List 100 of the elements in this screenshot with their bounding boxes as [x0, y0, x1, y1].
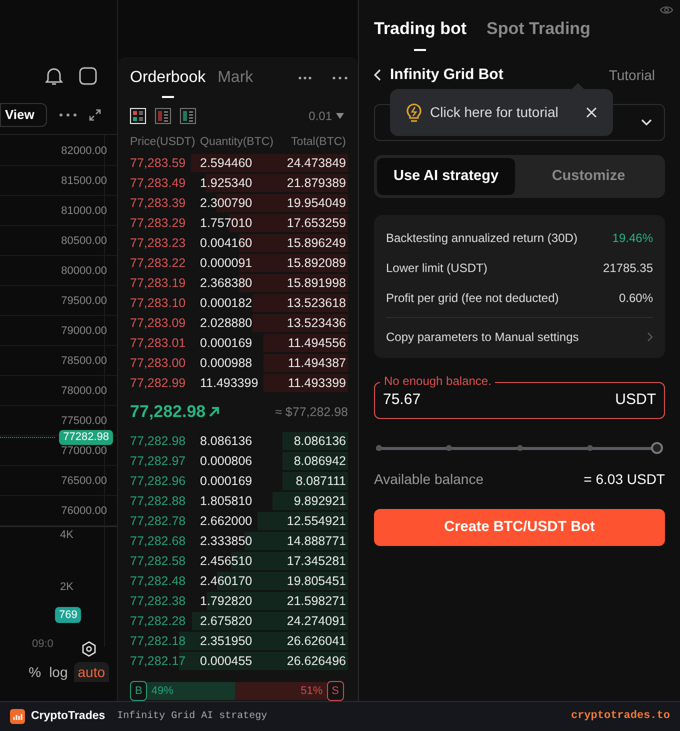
total-cell-text: 11.494387	[288, 354, 346, 372]
stat-label: Backtesting annualized return (30D)	[386, 230, 578, 247]
bot-title: Infinity Grid Bot	[390, 64, 504, 85]
price-axis-label: 78500.00	[61, 354, 107, 366]
price-line	[0, 437, 55, 438]
copy-parameters-link[interactable]: Copy parameters to Manual settings	[386, 328, 579, 346]
price-axis-label: 76000.00	[61, 504, 107, 516]
total-cell-text: 15.891998	[286, 274, 346, 292]
price-axis-label: 79000.00	[61, 324, 107, 336]
price-cell-text: 77,282.38	[130, 592, 187, 610]
quantity-cell-text: 0.004160	[200, 234, 254, 252]
quantity-cell-text: 11.493399	[200, 374, 260, 392]
price-axis-label: 77500.00	[61, 414, 107, 426]
total-cell-text: 8.087111	[296, 472, 346, 490]
price-cell-text: 77,283.10	[130, 294, 187, 312]
price-cell-text: 77,282.28	[130, 612, 187, 630]
price-axis-label: 81000.00	[61, 204, 107, 216]
tick-size[interactable]: 0.01	[308, 107, 332, 125]
price-axis-label: 78000.00	[61, 384, 107, 396]
quantity-cell-text: 1.792820	[200, 592, 254, 610]
bell-icon[interactable]	[45, 66, 63, 86]
quantity-cell-text: 2.662000	[200, 512, 254, 530]
quantity-cell-text: 0.000182	[200, 294, 254, 312]
view-button[interactable]: View	[0, 102, 48, 126]
total-cell-text: 13.523618	[286, 294, 346, 312]
square-icon[interactable]	[79, 67, 97, 85]
total-cell-text: 11.494556	[288, 334, 346, 352]
price-cell-text: 77,283.29	[130, 214, 187, 232]
tutorial-link[interactable]: Tutorial	[608, 64, 655, 86]
quantity-cell-text: 0.000988	[200, 354, 254, 372]
price-cell-text: 77,283.22	[130, 254, 187, 272]
caret-icon[interactable]	[336, 113, 344, 119]
time-label: 09:0	[32, 637, 54, 651]
chevron-down-icon	[641, 118, 652, 126]
total-cell-text: 8.086136	[294, 432, 346, 450]
quantity-cell-text: 0.000091	[200, 254, 254, 272]
lightbulb-icon	[406, 103, 422, 122]
quantity-cell-text: 1.805810	[200, 492, 254, 510]
price-cell-text: 77,282.18	[130, 632, 187, 650]
more-icon[interactable]	[298, 76, 312, 80]
column-header: Price(USDT)	[130, 135, 196, 150]
quantity-cell-text: 2.351950	[200, 632, 254, 650]
amount-slider[interactable]	[376, 441, 663, 455]
settings-icon[interactable]	[81, 641, 97, 657]
total-cell-text: 17.653259	[286, 214, 346, 232]
volume-axis-label: 4K	[60, 528, 74, 542]
price-axis-label: 82000.00	[61, 144, 107, 156]
total-cell-text: 14.888771	[286, 532, 346, 550]
eye-icon[interactable]	[660, 5, 673, 15]
column-header: Total(BTC)	[290, 135, 346, 150]
panel-tab[interactable]: Spot Trading	[486, 16, 590, 50]
quantity-cell-text: 0.000169	[200, 472, 254, 490]
total-cell-text: 15.896249	[286, 234, 346, 252]
price-cell-text: 77,282.58	[130, 552, 187, 570]
total-cell-text: 8.086942	[294, 452, 346, 470]
more-icon[interactable]	[332, 76, 348, 80]
quantity-cell-text: 0.000169	[200, 334, 254, 352]
asks-layout-icon[interactable]	[155, 108, 171, 124]
slider-thumb[interactable]	[651, 442, 663, 454]
sell-ratio-fill: 51%	[235, 682, 327, 700]
orderbook-tab[interactable]: Orderbook	[130, 66, 206, 98]
site-link[interactable]: cryptotrades.to	[570, 708, 670, 725]
back-icon[interactable]	[374, 69, 382, 81]
stat-label: Lower limit (USDT)	[386, 260, 488, 277]
quantity-cell-text: 1.925340	[200, 174, 254, 192]
price-cell-text: 77,283.09	[130, 314, 187, 332]
scale-button[interactable]: auto	[74, 662, 109, 682]
logo-icon	[10, 709, 25, 724]
stat-value: 21785.35	[602, 260, 653, 277]
price-axis-label: 79500.00	[61, 294, 107, 306]
more-icon[interactable]	[59, 112, 78, 116]
bids-layout-icon[interactable]	[180, 108, 196, 124]
price-cell-text: 77,282.98	[130, 432, 187, 450]
price-cell-text: 77,282.96	[130, 472, 187, 490]
scale-button[interactable]: %	[26, 662, 44, 682]
total-cell-text: 19.954049	[286, 194, 346, 212]
footer-caption: Infinity Grid AI strategy	[117, 710, 268, 724]
scale-button[interactable]: log	[47, 662, 70, 682]
buy-ratio-fill: 49%	[147, 682, 236, 700]
price-cell-text: 77,282.97	[130, 452, 187, 470]
quantity-cell-text: 2.333850	[200, 532, 254, 550]
expand-icon[interactable]	[89, 108, 102, 120]
quantity-cell-text: 8.086136	[200, 432, 254, 450]
price-cell-text: 77,282.78	[130, 512, 187, 530]
price-cell-text: 77,282.68	[130, 532, 187, 550]
price-cell-text: 77,283.00	[130, 354, 187, 372]
orderbook-tab[interactable]: Mark	[218, 66, 254, 98]
close-icon[interactable]	[586, 107, 597, 118]
mode-tab[interactable]: Use AI strategy	[377, 158, 515, 195]
mode-tab[interactable]: Customize	[515, 158, 662, 195]
price-axis-label: 76500.00	[61, 474, 107, 486]
amount-unit: USDT	[615, 390, 656, 410]
error-message: No enough balance.	[380, 373, 496, 389]
current-price-badge: 77282.98	[59, 430, 113, 445]
book-layout-icon[interactable]	[130, 108, 146, 124]
price-axis-label: 80500.00	[61, 234, 107, 246]
quantity-cell-text: 0.000806	[200, 452, 254, 470]
price-cell-text: 77,283.49	[130, 174, 187, 192]
quantity-cell-text: 2.028880	[200, 314, 254, 332]
panel-tab[interactable]: Trading bot	[374, 16, 467, 50]
